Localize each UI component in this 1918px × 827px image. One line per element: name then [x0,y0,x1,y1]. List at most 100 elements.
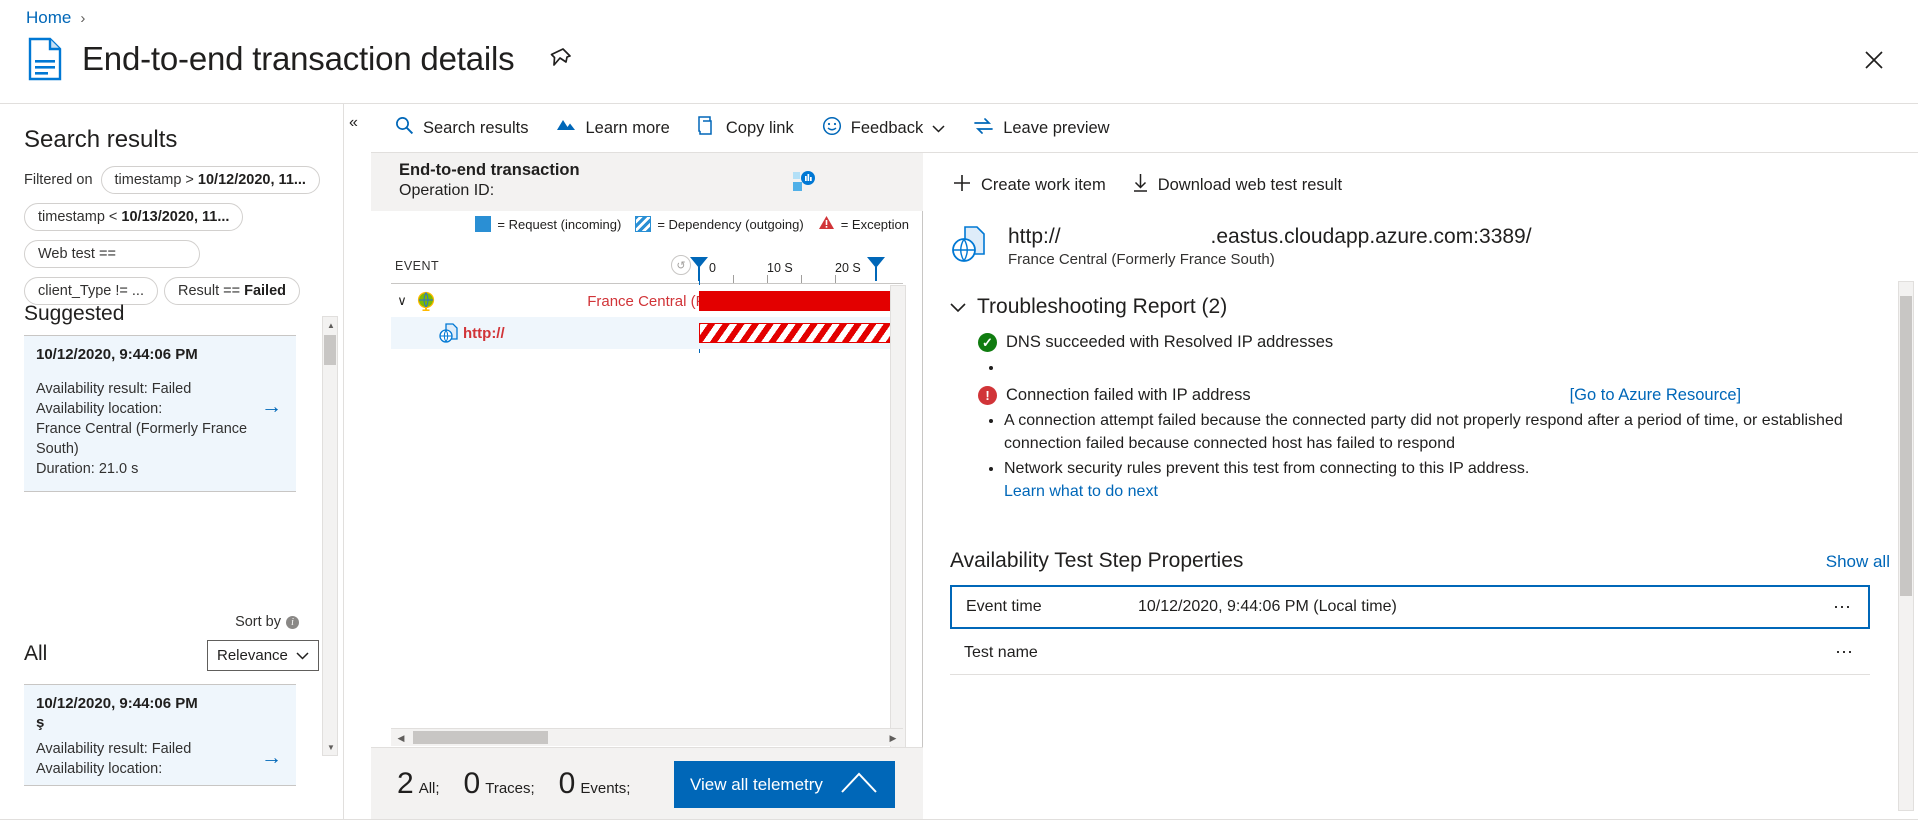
table-row[interactable]: Event time 10/12/2020, 9:44:06 PM (Local… [950,585,1870,629]
search-results-title: Search results [24,126,178,153]
summary-events: 0 Events; [559,767,631,801]
open-result-arrow-icon[interactable]: → [261,747,282,768]
chart-icon[interactable] [793,171,815,198]
summary-label: Traces; [485,779,535,797]
sort-by-label-group: Sort by i [235,614,299,630]
filter-pill-result[interactable]: Result == Failed [164,277,300,305]
filter-prefix: Result == [178,283,245,299]
scrollbar-thumb[interactable] [324,335,336,365]
open-result-arrow-icon[interactable]: → [261,396,282,417]
transaction-header: End-to-end transaction Operation ID: [371,153,923,211]
axis-tick-label: 10 S [767,261,793,275]
summary-count: 2 [397,766,414,800]
learn-more-button[interactable]: Learn more [556,111,683,145]
download-web-test-result-button[interactable]: Download web test result [1132,173,1342,198]
timeline-axis: 0 10 S 20 S [690,253,903,285]
command-label: Learn more [585,118,670,137]
table-row[interactable]: Test name ⋯ [950,631,1870,675]
error-exclamation-icon: ! [978,386,997,405]
scroll-left-icon[interactable]: ◀ [393,730,409,746]
leave-preview-button[interactable]: Leave preview [973,111,1123,146]
sort-by-select[interactable]: Relevance [207,640,319,671]
legend-label: = Exception [840,216,909,232]
left-panel-scrollbar[interactable]: ▲ ▼ [322,316,338,756]
search-results-panel: Search results Filtered on timestamp > 1… [0,104,344,819]
close-icon[interactable] [1858,44,1890,76]
view-all-telemetry-button[interactable]: View all telemetry [674,761,895,808]
dependency-swatch-icon [635,216,652,232]
summary-label: All; [418,779,440,797]
center-panel-scrollbar[interactable] [890,285,906,797]
learn-what-to-do-next-link[interactable]: Learn what to do next [1004,483,1158,500]
scroll-right-icon[interactable]: ▶ [885,730,901,746]
copy-link-icon [698,115,717,141]
scrollbar-thumb[interactable] [413,731,548,744]
scroll-down-icon[interactable]: ▼ [323,739,339,755]
troubleshooting-item-dns: ✓ DNS succeeded with Resolved IP address… [950,333,1890,376]
table-row[interactable]: http:// .eastus.cloudap [391,317,903,349]
axis-tick-label: 20 S [835,261,861,275]
web-test-icon [437,323,463,343]
timeline-horizontal-scrollbar[interactable]: ◀ ▶ [391,728,903,746]
info-icon[interactable]: i [286,615,299,629]
command-label: Leave preview [1003,118,1110,137]
availability-test-step-properties-header: Availability Test Step Properties Show a… [950,549,1890,573]
scroll-up-icon[interactable]: ▲ [323,317,339,333]
list-item: Network security rules prevent this test… [1004,457,1890,503]
troubleshooting-report: Troubleshooting Report (2) ✓ DNS succeed… [950,295,1890,505]
collapse-left-panel-icon[interactable]: « [349,114,358,132]
table-row[interactable]: ∨ France Central (Formerly [391,285,903,317]
web-test-icon [952,225,992,265]
feedback-icon [822,116,842,141]
row-url-link[interactable]: http:// [463,325,505,342]
learn-icon [556,117,576,139]
right-panel-scrollbar[interactable] [1898,281,1914,811]
property-key: Event time [966,598,1042,615]
create-work-item-button[interactable]: Create work item [952,173,1106,198]
filter-pill-client-type[interactable]: client_Type != ... [24,277,158,305]
summary-traces: 0 Traces; [464,767,535,801]
feedback-button[interactable]: Feedback [822,110,959,147]
web-test-url: http:// .eastus.cloudapp.azure.com:3389/ [1008,225,1532,249]
summary-count: 0 [558,766,576,800]
result-availability: Availability result: Failed [36,741,192,757]
copy-link-button[interactable]: Copy link [698,110,808,147]
result-truncated-text: ş [36,714,45,731]
suggested-result-card[interactable]: 10/12/2020, 9:44:06 PM Availability resu… [24,335,296,492]
chevron-down-icon [950,295,966,319]
legend-request: = Request (incoming) [475,216,621,232]
troubleshooting-report-header[interactable]: Troubleshooting Report (2) [950,295,1890,319]
result-timestamp: 10/12/2020, 9:44:06 PM [36,346,198,363]
url-scheme: http:// [1008,225,1061,248]
request-duration-bar[interactable] [699,291,894,311]
availability-detail-panel: Create work item Download web test resul… [924,153,1918,819]
show-all-link[interactable]: Show all [1826,552,1890,572]
legend-exception: = Exception [818,215,909,233]
download-icon [1132,173,1149,198]
filter-prefix: timestamp > [114,172,198,188]
result-location-value: France Central (Formerly France South) [36,421,248,457]
go-to-azure-resource-link[interactable]: [Go to Azure Resource] [1570,386,1742,405]
all-result-card[interactable]: 10/12/2020, 9:44:06 PM ş Availability re… [24,684,296,786]
url-text-group: http://.eastus.cloudapp.azure.com:3389/ … [1008,225,1532,268]
search-results-button[interactable]: Search results [395,110,542,146]
row-more-menu-icon[interactable]: ⋯ [1818,597,1868,618]
page-title-row: End-to-end transaction details [24,36,574,82]
property-key: Test name [964,643,1038,661]
expand-row-chevron-icon[interactable]: ∨ [391,293,413,309]
detail-command-bar: Create work item Download web test resul… [952,173,1342,198]
reset-zoom-icon[interactable]: ↺ [671,255,691,275]
filter-prefix: client_Type != ... [38,283,144,299]
filter-pill-timestamp-gt[interactable]: timestamp > 10/12/2020, 11... [100,166,320,194]
legend-label: = Dependency (outgoing) [657,216,804,232]
pin-icon[interactable] [548,46,574,72]
row-more-menu-icon[interactable]: ⋯ [1820,642,1870,663]
success-check-icon: ✓ [978,333,997,352]
dependency-duration-bar[interactable] [699,323,894,343]
suggested-heading: Suggested [24,302,125,325]
filter-pill-web-test[interactable]: Web test == [24,240,200,268]
scrollbar-thumb[interactable] [1900,296,1912,596]
filter-pill-timestamp-lt[interactable]: timestamp < 10/13/2020, 11... [24,203,244,231]
timeline-legend: = Request (incoming) = Dependency (outgo… [371,215,923,233]
breadcrumb-home-link[interactable]: Home [26,8,71,28]
